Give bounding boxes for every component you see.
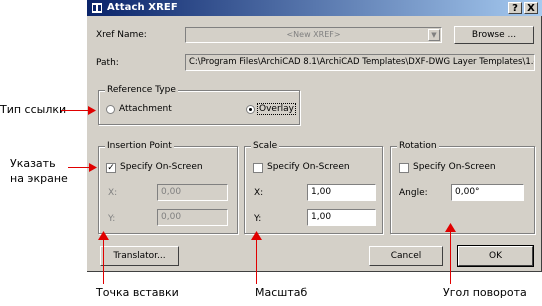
cancel-button[interactable]: Cancel: [369, 246, 443, 266]
insertion-specify-checkbox[interactable]: ✓: [106, 163, 116, 173]
insertion-y-field[interactable]: 0,00: [157, 209, 228, 226]
annotation-reference-type: Тип ссылки: [0, 103, 67, 116]
chevron-down-icon[interactable]: ▼: [428, 29, 440, 41]
annotation-arrow-line: [256, 238, 257, 284]
path-field[interactable]: C:\Program Files\ArchiCAD 8.1\ArchiCAD T…: [185, 54, 535, 71]
rotation-specify-checkbox[interactable]: [399, 163, 409, 173]
ok-button[interactable]: OK: [457, 245, 534, 267]
browse-button[interactable]: Browse ...: [454, 26, 534, 44]
xref-app-icon: [92, 3, 102, 13]
scale-y-field[interactable]: 1,00: [307, 209, 376, 226]
annotation-rotation: Угол поворота: [443, 286, 527, 299]
overlay-label: Overlay: [257, 103, 296, 115]
scale-x-field[interactable]: 1,00: [307, 184, 376, 201]
insertion-point-group: Insertion Point ✓ Specify On-Screen X: 0…: [98, 141, 238, 234]
xref-name-value: <New XREF>: [286, 30, 341, 39]
title-bar: Attach XREF ? X: [87, 0, 542, 16]
arrow-up-icon: [251, 231, 262, 240]
scale-x-label: X:: [254, 188, 264, 198]
xref-name-combo[interactable]: <New XREF> ▼: [185, 27, 442, 43]
insertion-x-label: X:: [108, 188, 118, 198]
overlay-radio[interactable]: [246, 105, 255, 114]
attachment-radio[interactable]: [106, 105, 115, 114]
rotation-angle-label: Angle:: [399, 188, 428, 198]
arrow-up-icon: [445, 223, 456, 232]
annotation-scale: Масштаб: [255, 286, 308, 299]
arrow-up-icon: [98, 231, 109, 240]
scale-group: Scale Specify On-Screen X: 1,00 Y: 1,00: [244, 141, 383, 234]
help-button[interactable]: ?: [508, 2, 522, 14]
scale-specify-checkbox[interactable]: [253, 163, 263, 173]
rotation-angle-field[interactable]: 0,00°: [451, 184, 524, 201]
insertion-specify-label: Specify On-Screen: [120, 162, 203, 172]
insertion-point-title: Insertion Point: [105, 141, 174, 151]
scale-specify-label: Specify On-Screen: [267, 162, 350, 172]
rotation-specify-label: Specify On-Screen: [413, 162, 496, 172]
scale-title: Scale: [251, 141, 280, 151]
annotation-arrow-line: [103, 238, 104, 284]
close-button[interactable]: X: [524, 2, 538, 14]
annotation-specify-onscreen: Указать на экране: [10, 157, 68, 185]
dialog-title: Attach XREF: [107, 2, 178, 13]
attach-xref-dialog: Attach XREF ? X Xref Name: <New XREF> ▼ …: [87, 0, 542, 272]
arrow-right-icon: [89, 163, 97, 172]
insertion-y-label: Y:: [108, 214, 116, 224]
translator-button[interactable]: Translator...: [100, 246, 179, 266]
path-label: Path:: [96, 58, 119, 68]
scale-y-label: Y:: [254, 214, 262, 224]
attachment-label: Attachment: [119, 104, 172, 114]
reference-type-group: Reference Type Attachment Overlay: [98, 85, 300, 125]
rotation-group: Rotation Specify On-Screen Angle: 0,00°: [390, 141, 535, 234]
xref-name-label: Xref Name:: [96, 30, 147, 40]
insertion-x-field[interactable]: 0,00: [157, 184, 228, 201]
rotation-title: Rotation: [397, 141, 439, 151]
annotation-insertion-point: Точка вставки: [96, 286, 179, 299]
annotation-arrow-line: [450, 230, 451, 284]
reference-type-title: Reference Type: [105, 85, 178, 95]
arrow-right-icon: [88, 106, 96, 115]
